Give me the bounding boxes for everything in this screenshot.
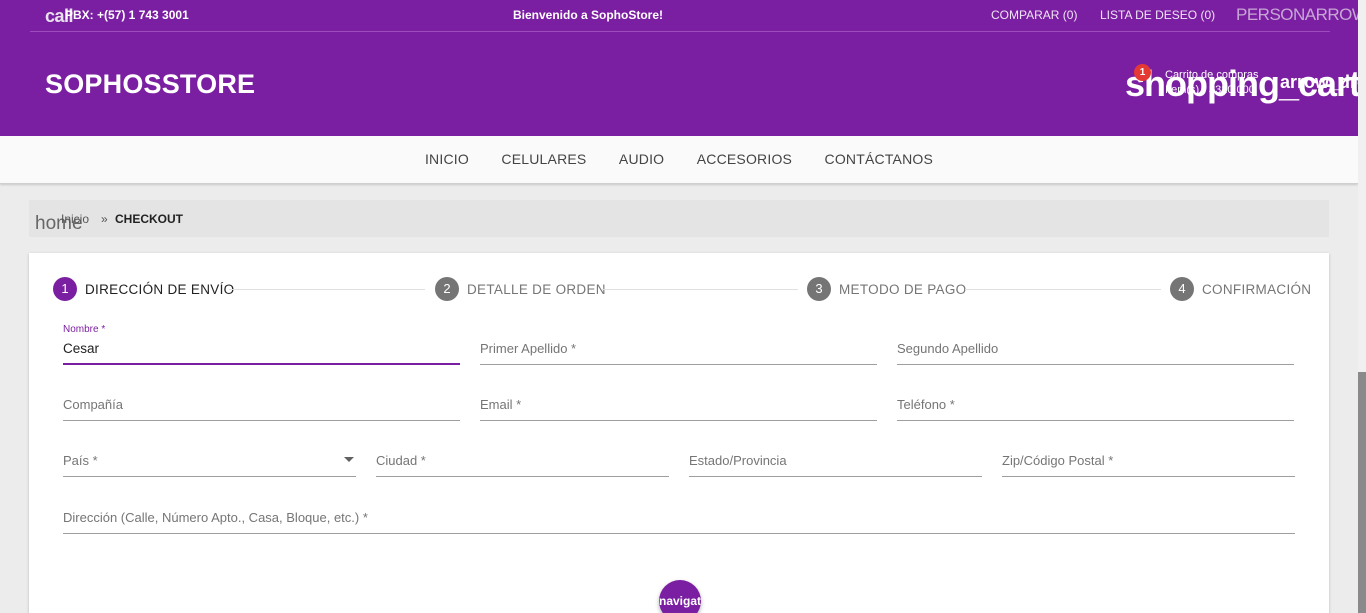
nombre-value[interactable]: Cesar [63, 341, 99, 356]
nav-item-accesorios[interactable]: ACCESORIOS [697, 136, 792, 182]
primer-apellido-field[interactable]: Primer Apellido * [480, 331, 877, 365]
cart-title[interactable]: Carrito de compras [1165, 69, 1259, 81]
cart-dropdown-icon[interactable]: arrow_drop [1280, 72, 1366, 93]
direccion-field[interactable]: Dirección (Calle, Número Apto., Casa, Bl… [63, 500, 1295, 534]
nav-item-inicio[interactable]: INICIO [425, 136, 469, 182]
breadcrumb-inicio-link[interactable]: Inicio [61, 212, 89, 226]
segundo-apellido-field[interactable]: Segundo Apellido [897, 331, 1294, 365]
wishlist-link[interactable]: LISTA DE DESEO (0) [1100, 8, 1215, 22]
telefono-field[interactable]: Teléfono * [897, 387, 1294, 421]
cart-summary[interactable]: Item(s) - $320,000 [1165, 84, 1255, 96]
breadcrumb-current: CHECKOUT [115, 212, 183, 226]
compania-label: Compañía [63, 397, 123, 412]
shopping-cart-widget[interactable]: shopping_cart 1 Carrito de compras Item(… [1125, 64, 1366, 108]
top-bar: call PBX: +(57) 1 743 3001 Bienvenido a … [30, 0, 1366, 32]
estado-label: Estado/Provincia [689, 453, 787, 468]
dropdown-arrow-icon[interactable] [344, 457, 354, 462]
main-navigation: INICIO CELULARES AUDIO ACCESORIOS CONTÁC… [0, 136, 1358, 184]
pais-label: País * [63, 453, 98, 468]
compania-field[interactable]: Compañía [63, 387, 460, 421]
nav-item-audio[interactable]: AUDIO [619, 136, 664, 182]
estado-field[interactable]: Estado/Provincia [689, 443, 982, 477]
step-1-label[interactable]: DIRECCIÓN DE ENVÍO [85, 282, 234, 297]
checkout-card: 1 DIRECCIÓN DE ENVÍO 2 DETALLE DE ORDEN … [29, 253, 1329, 613]
phone-number: PBX: +(57) 1 743 3001 [65, 8, 189, 22]
breadcrumb-separator: » [101, 212, 108, 226]
direccion-label: Dirección (Calle, Número Apto., Casa, Bl… [63, 510, 368, 525]
site-logo[interactable]: SOPHOSSTORE [45, 69, 255, 100]
scrollbar-thumb[interactable] [1358, 372, 1366, 613]
step-3-number[interactable]: 3 [807, 277, 831, 301]
pais-select[interactable]: País * [63, 443, 356, 477]
breadcrumb: home Inicio » CHECKOUT [29, 200, 1329, 237]
zip-field[interactable]: Zip/Código Postal * [1002, 443, 1295, 477]
segundo-apellido-label: Segundo Apellido [897, 341, 999, 356]
cart-count-badge: 1 [1134, 64, 1151, 81]
compare-link[interactable]: COMPARAR (0) [991, 8, 1077, 22]
site-header: call PBX: +(57) 1 743 3001 Bienvenido a … [0, 0, 1366, 136]
ciudad-field[interactable]: Ciudad * [376, 443, 669, 477]
step-1-number[interactable]: 1 [53, 277, 77, 301]
welcome-message: Bienvenido a SophoStore! [513, 8, 664, 22]
step-4-number[interactable]: 4 [1170, 277, 1194, 301]
step-connector [229, 289, 425, 290]
next-step-button[interactable]: navigate_next [659, 580, 701, 613]
nav-item-celulares[interactable]: CELULARES [501, 136, 586, 182]
email-label: Email * [480, 397, 522, 412]
step-2-label[interactable]: DETALLE DE ORDEN [467, 282, 606, 297]
email-field[interactable]: Email * [480, 387, 877, 421]
step-2-number[interactable]: 2 [435, 277, 459, 301]
nombre-field[interactable]: Nombre * Cesar [63, 324, 460, 365]
ciudad-label: Ciudad * [376, 453, 426, 468]
step-connector [965, 289, 1161, 290]
step-3-label[interactable]: METODO DE PAGO [839, 282, 966, 297]
telefono-label: Teléfono * [897, 397, 955, 412]
primer-apellido-label: Primer Apellido * [480, 341, 577, 356]
account-menu-icon[interactable]: PERSONARROW [1236, 5, 1366, 25]
zip-label: Zip/Código Postal * [1002, 453, 1114, 468]
page-scrollbar[interactable] [1358, 0, 1366, 613]
nav-item-contactanos[interactable]: CONTÁCTANOS [825, 136, 934, 182]
step-4-label[interactable]: CONFIRMACIÓN [1202, 282, 1311, 297]
step-connector [602, 289, 798, 290]
nombre-label: Nombre * [63, 324, 106, 335]
